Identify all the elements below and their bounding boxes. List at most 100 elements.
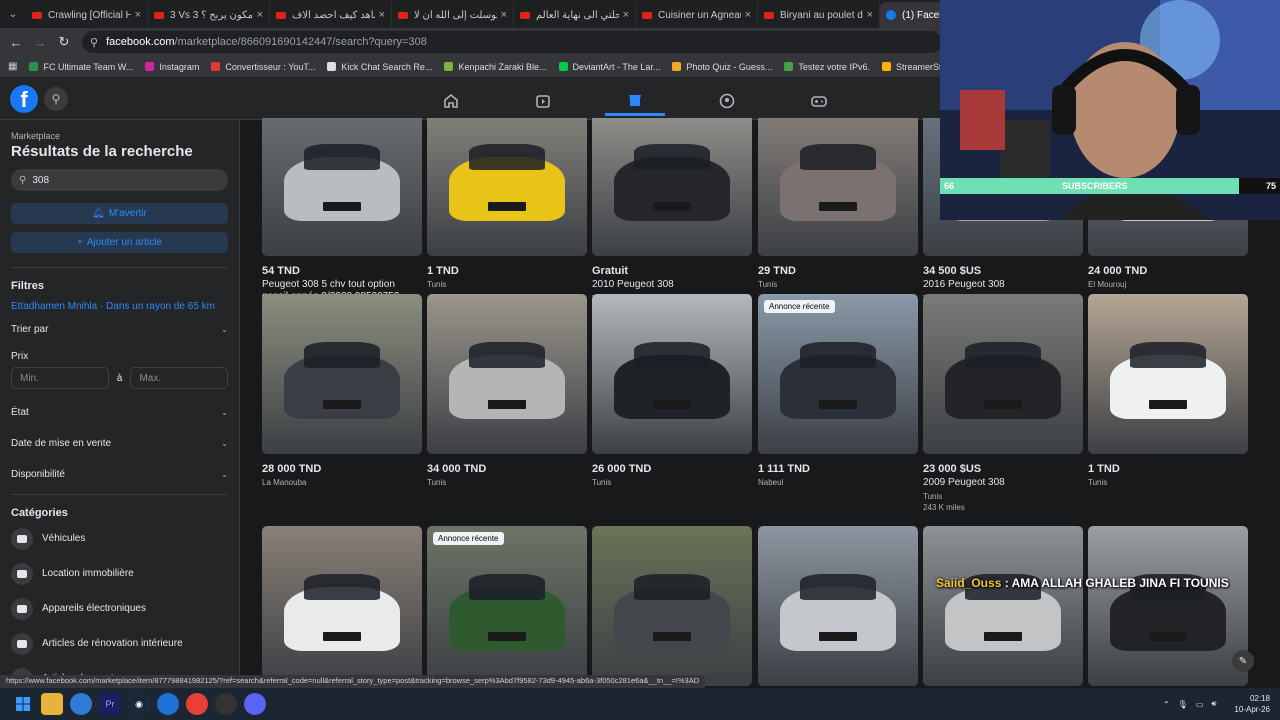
listing-photo[interactable]: Annonce récente bbox=[758, 294, 918, 454]
browser-tab[interactable]: توسلت إلى الله أن لا × bbox=[392, 2, 514, 28]
volume-icon[interactable]: 🔊︎ bbox=[1211, 699, 1216, 709]
listing-photo[interactable] bbox=[923, 526, 1083, 686]
browser-tab[interactable]: Biryani au poulet dés × bbox=[758, 2, 880, 28]
bookmark-item[interactable]: Kenpachi Zaraki Ble... bbox=[444, 62, 547, 72]
close-icon[interactable]: × bbox=[867, 9, 873, 21]
facebook-logo-icon[interactable]: f bbox=[10, 85, 38, 113]
close-icon[interactable]: × bbox=[501, 9, 507, 21]
status-bar-url: https://www.facebook.com/marketplace/ite… bbox=[0, 675, 706, 688]
listing-card[interactable]: 34 000 TND Tunis bbox=[427, 294, 587, 487]
groups-icon[interactable] bbox=[697, 86, 757, 116]
sort-dropdown[interactable]: Trier par ⌄ bbox=[11, 324, 228, 335]
tray-chevron-icon[interactable]: ⌃ bbox=[1163, 700, 1170, 709]
apps-grid-icon[interactable]: ▦ bbox=[8, 61, 17, 72]
date-dropdown[interactable]: Date de mise en vente ⌄ bbox=[11, 438, 228, 449]
bookmark-item[interactable]: Photo Quiz - Guess... bbox=[672, 62, 772, 72]
listing-card[interactable]: 1 TND Tunis bbox=[427, 118, 587, 289]
new-message-icon[interactable]: ✎ bbox=[1232, 650, 1254, 672]
location-filter-link[interactable]: Ettadhamen Mnihla · Dans un rayon de 65 … bbox=[11, 301, 228, 312]
bookmark-item[interactable]: Instagram bbox=[145, 62, 199, 72]
close-icon[interactable]: × bbox=[745, 9, 751, 21]
listing-card[interactable]: Annonce récente bbox=[427, 526, 587, 686]
condition-dropdown[interactable]: État ⌄ bbox=[11, 407, 228, 418]
back-icon[interactable]: ← bbox=[4, 35, 28, 50]
listing-card[interactable]: Gratuit2010 Peugeot 308Ben Arous150 K km bbox=[592, 118, 752, 314]
outlook-icon[interactable] bbox=[70, 693, 92, 715]
listing-card[interactable]: 23 000 $US 2009 Peugeot 308 Tunis 243 K mil… bbox=[923, 294, 1083, 512]
listing-card[interactable]: 54 TNDPeugeot 308 5 chv tout option gaso… bbox=[262, 118, 422, 315]
listing-card[interactable] bbox=[262, 526, 422, 686]
browser-tab[interactable]: رحلتي الى نهاية العالم × bbox=[514, 2, 636, 28]
add-listing-button[interactable]: + Ajouter un article bbox=[11, 232, 228, 253]
browser-tab[interactable]: 3 Vs 3 مكون يربح ؟ 🍋 × bbox=[148, 2, 270, 28]
listing-card[interactable]: 29 TND Tunis bbox=[758, 118, 918, 289]
listing-photo[interactable] bbox=[262, 526, 422, 686]
browser-tab[interactable]: شاهد كيف أحصد آلاف × bbox=[270, 2, 392, 28]
video-icon[interactable] bbox=[513, 86, 573, 116]
file-explorer-icon[interactable] bbox=[41, 693, 63, 715]
chrome-icon[interactable] bbox=[186, 693, 208, 715]
url-field[interactable]: ⚲ facebook.com/marketplace/8660916901424… bbox=[82, 31, 942, 53]
tab-favicon-icon bbox=[520, 11, 530, 19]
price-min-input[interactable]: Min. bbox=[11, 367, 109, 389]
tab-search-icon[interactable]: ⌄ bbox=[0, 0, 26, 28]
search-icon[interactable]: ⚲ bbox=[44, 87, 68, 111]
listing-photo[interactable]: Annonce récente bbox=[427, 526, 587, 686]
premiere-icon[interactable]: Pr bbox=[99, 693, 121, 715]
listing-card[interactable] bbox=[592, 526, 752, 686]
listing-card[interactable] bbox=[758, 526, 918, 686]
alert-button[interactable]: 🔔︎ M'avertir bbox=[11, 203, 228, 224]
category-item[interactable]: Appareils électroniques bbox=[11, 591, 228, 626]
listing-photo[interactable] bbox=[1088, 526, 1248, 686]
app-icon[interactable] bbox=[157, 693, 179, 715]
windows-start-icon[interactable] bbox=[12, 693, 34, 715]
listing-card[interactable]: 1 TND Tunis bbox=[1088, 294, 1248, 487]
marketplace-icon[interactable] bbox=[605, 86, 665, 116]
listing-photo[interactable] bbox=[592, 294, 752, 454]
gaming-icon[interactable] bbox=[789, 86, 849, 116]
steam-icon[interactable]: ◉ bbox=[128, 693, 150, 715]
browser-tab[interactable]: Crawling [Official HD × bbox=[26, 2, 148, 28]
listing-photo[interactable] bbox=[923, 294, 1083, 454]
listing-photo[interactable] bbox=[262, 118, 422, 256]
listing-card[interactable] bbox=[1088, 526, 1248, 686]
listing-card[interactable]: 26 000 TND Tunis bbox=[592, 294, 752, 487]
listing-card[interactable]: Annonce récente 1 111 TND Nabeul bbox=[758, 294, 918, 487]
price-max-input[interactable]: Max. bbox=[130, 367, 229, 389]
listing-photo[interactable] bbox=[592, 118, 752, 256]
close-icon[interactable]: × bbox=[379, 9, 385, 21]
listing-photo[interactable] bbox=[262, 294, 422, 454]
category-item[interactable]: Véhicules bbox=[11, 521, 228, 556]
site-info-icon[interactable]: ⚲ bbox=[90, 36, 98, 49]
bookmark-item[interactable]: Convertisseur : YouT... bbox=[211, 62, 315, 72]
listing-photo[interactable] bbox=[758, 118, 918, 256]
category-item[interactable]: Location immobilière bbox=[11, 556, 228, 591]
bookmark-item[interactable]: Kick Chat Search Re... bbox=[327, 62, 432, 72]
availability-dropdown[interactable]: Disponibilité ⌄ bbox=[11, 469, 228, 480]
close-icon[interactable]: × bbox=[623, 9, 629, 21]
category-item[interactable]: Articles de rénovation intérieure bbox=[11, 626, 228, 661]
home-icon[interactable] bbox=[421, 86, 481, 116]
bookmark-item[interactable]: Testez votre IPv6. bbox=[784, 62, 870, 72]
browser-tab[interactable]: Cuisiner un Agneau E × bbox=[636, 2, 758, 28]
listing-photo[interactable] bbox=[427, 118, 587, 256]
listing-photo[interactable] bbox=[427, 294, 587, 454]
reload-icon[interactable]: ↻ bbox=[52, 34, 76, 50]
clock[interactable]: 02:18 10-Apr-26 bbox=[1234, 693, 1270, 715]
listing-photo[interactable] bbox=[592, 526, 752, 686]
network-icon[interactable]: ▭ bbox=[1196, 700, 1204, 709]
search-input[interactable]: ⚲ 308 bbox=[11, 169, 228, 191]
bookmark-item[interactable]: DeviantArt - The Lar... bbox=[558, 62, 660, 72]
obs-icon[interactable] bbox=[215, 693, 237, 715]
close-icon[interactable]: × bbox=[135, 9, 141, 21]
forward-icon[interactable]: → bbox=[28, 35, 52, 50]
discord-icon[interactable] bbox=[244, 693, 266, 715]
listing-photo[interactable] bbox=[1088, 294, 1248, 454]
bookmark-item[interactable]: FC Ultimate Team W... bbox=[29, 62, 133, 72]
listing-card[interactable] bbox=[923, 526, 1083, 686]
mic-icon[interactable]: 🎙︎ bbox=[1178, 700, 1188, 709]
breadcrumb[interactable]: Marketplace bbox=[11, 131, 228, 141]
close-icon[interactable]: × bbox=[257, 9, 263, 21]
listing-photo[interactable] bbox=[758, 526, 918, 686]
listing-card[interactable]: 28 000 TND La Manouba bbox=[262, 294, 422, 487]
